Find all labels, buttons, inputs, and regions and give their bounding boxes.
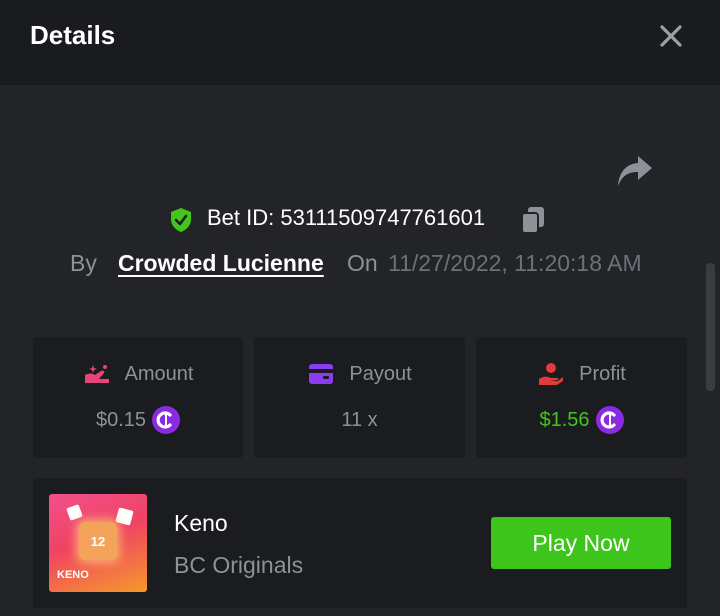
- dice-icon: [66, 504, 83, 521]
- by-label: By: [70, 250, 97, 276]
- wallet-icon: [309, 364, 334, 384]
- on-label: On: [347, 250, 378, 276]
- game-card: 12 KENO Keno BC Originals Play Now: [33, 478, 687, 608]
- amount-icon: [84, 365, 109, 383]
- user-link[interactable]: Crowded Lucienne: [118, 250, 324, 277]
- payout-label: Payout: [349, 362, 412, 385]
- game-provider: BC Originals: [174, 552, 304, 578]
- bet-id: Bet ID: 53111509747761601: [207, 205, 486, 230]
- thumb-title: KENO: [57, 569, 89, 581]
- amount-value-row: $0.15: [33, 405, 243, 435]
- profit-value-row: $1.56: [476, 405, 687, 435]
- scrollbar-thumb[interactable]: [706, 263, 715, 391]
- bet-datetime: 11/27/2022, 11:20:18 AM: [388, 250, 642, 276]
- profit-card: Profit $1.56: [476, 337, 687, 458]
- amount-value: $0.15: [95, 408, 147, 431]
- page-title: Details: [30, 20, 116, 50]
- profit-value: $1.56: [539, 408, 590, 431]
- share-icon[interactable]: [616, 154, 654, 188]
- payout-card: Payout 11 x: [254, 337, 465, 458]
- coin-icon: [595, 406, 624, 434]
- thumb-number: 12: [79, 522, 117, 560]
- coin-icon: [152, 406, 181, 434]
- profit-hand-icon: [539, 363, 564, 385]
- payout-value-row: 11 x: [254, 405, 465, 435]
- keno-thumbnail[interactable]: 12 KENO: [49, 494, 147, 592]
- game-name: Keno: [174, 510, 228, 536]
- bet-id-row: Bet ID: 53111509747761601: [0, 201, 720, 237]
- amount-label: Amount: [124, 362, 194, 385]
- bet-meta-row: By Crowded Lucienne On 11/27/2022, 11:20…: [0, 246, 720, 282]
- verified-shield-icon: [171, 208, 191, 232]
- amount-card: Amount $0.15: [33, 337, 243, 458]
- dice-icon: [115, 507, 134, 526]
- payout-value: 11 x: [341, 408, 378, 431]
- details-header: Details: [0, 0, 720, 85]
- profit-label: Profit: [579, 362, 626, 385]
- close-icon[interactable]: [656, 21, 686, 51]
- copy-icon[interactable]: [519, 205, 547, 235]
- play-now-button[interactable]: Play Now: [491, 517, 671, 569]
